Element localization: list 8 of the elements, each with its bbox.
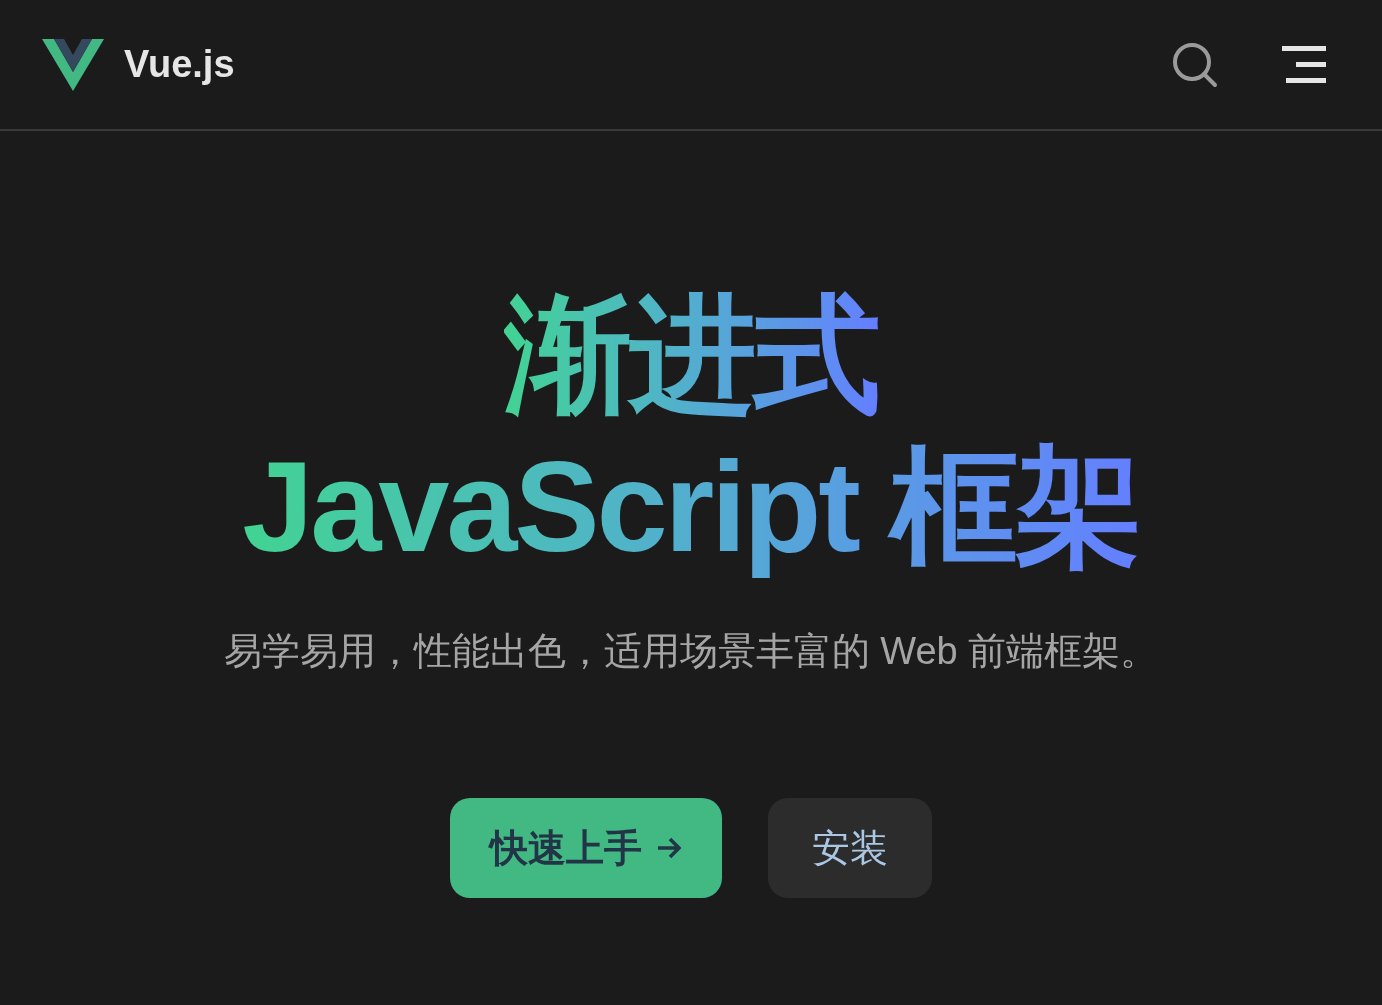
arrow-right-icon [656, 836, 682, 860]
hero-tagline: 易学易用，性能出色，适用场景丰富的 Web 前端框架。 [223, 629, 1159, 674]
get-started-button[interactable]: 快速上手 [450, 798, 722, 898]
search-icon[interactable] [1172, 41, 1218, 88]
menu-icon[interactable] [1282, 45, 1326, 84]
logo-text[interactable]: Vue.js [124, 36, 235, 93]
logo-icon[interactable] [42, 38, 104, 91]
install-button[interactable]: 安装 [768, 798, 932, 898]
